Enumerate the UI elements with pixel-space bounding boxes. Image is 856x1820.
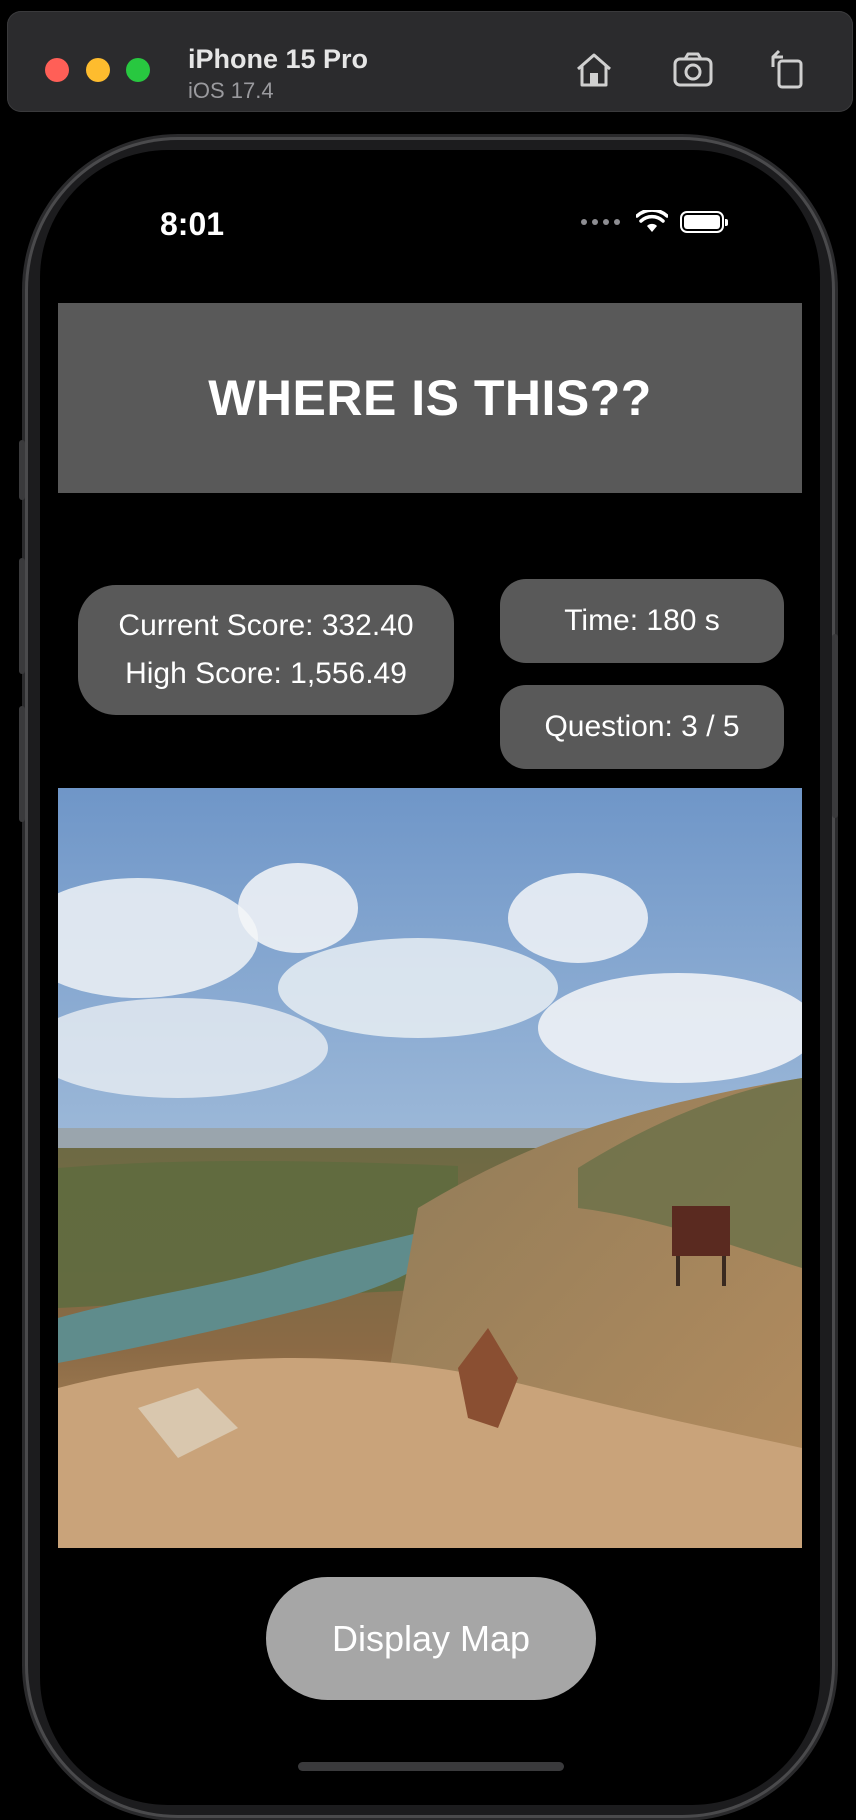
current-score: Current Score: 332.40	[118, 609, 414, 642]
minimize-window-button[interactable]	[86, 58, 110, 82]
wifi-icon	[636, 210, 668, 232]
high-score: High Score: 1,556.49	[125, 657, 407, 690]
home-indicator[interactable]	[298, 1762, 564, 1771]
volume-down-button[interactable]	[19, 706, 25, 822]
screenshot-button[interactable]	[669, 45, 717, 93]
rotate-button[interactable]	[763, 45, 811, 93]
action-button[interactable]	[19, 440, 25, 500]
question-counter-text: Question: 3 / 5	[544, 710, 740, 743]
signal-icon	[581, 219, 620, 225]
home-icon	[577, 53, 611, 87]
page-title: WHERE IS THIS??	[208, 370, 652, 426]
screenshot-icon	[673, 52, 713, 87]
home-button[interactable]	[570, 45, 618, 93]
power-button[interactable]	[832, 634, 838, 818]
zoom-window-button[interactable]	[126, 58, 150, 82]
volume-up-button[interactable]	[19, 558, 25, 674]
status-icons	[581, 210, 728, 234]
battery-icon	[680, 211, 728, 233]
rotate-icon	[771, 49, 803, 89]
status-time: 8:01	[160, 206, 225, 242]
score-panel: Current Score: 332.40 High Score: 1,556.…	[78, 585, 454, 715]
display-map-button[interactable]: Display Map	[266, 1577, 596, 1700]
title-banner: WHERE IS THIS??	[58, 303, 802, 493]
close-window-button[interactable]	[45, 58, 69, 82]
device-name: iPhone 15 Pro	[188, 44, 369, 74]
phone-screen: 8:01 WHERE IS THIS?? Current Score: 332.…	[40, 150, 820, 1805]
question-counter-badge: Question: 3 / 5	[500, 685, 784, 769]
timer-badge: Time: 180 s	[500, 579, 784, 663]
simulator-toolbar: iPhone 15 Pro iOS 17.4	[7, 11, 853, 112]
landscape-photo-icon	[58, 788, 802, 1548]
timer-text: Time: 180 s	[564, 604, 720, 637]
location-photo	[58, 788, 802, 1548]
os-version: iOS 17.4	[188, 78, 274, 103]
